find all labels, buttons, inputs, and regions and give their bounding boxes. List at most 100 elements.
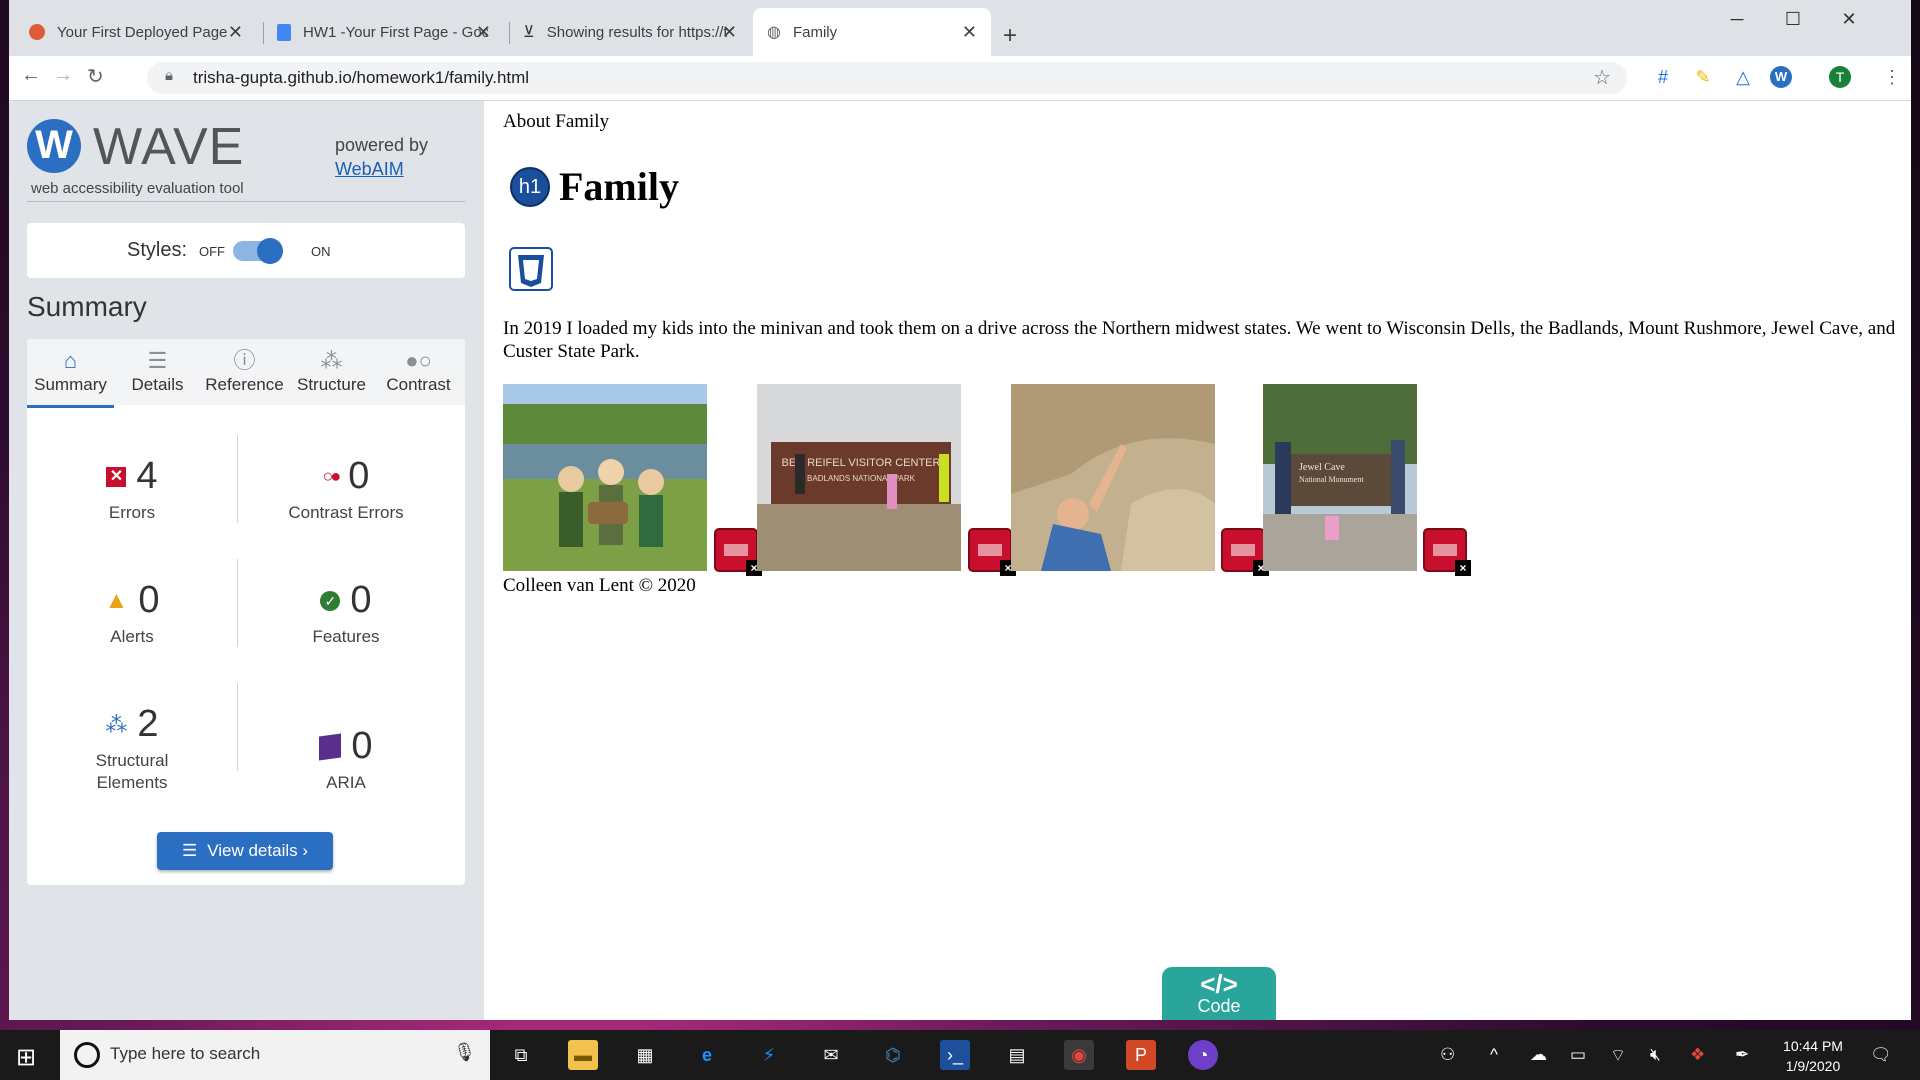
tab-details[interactable]: ☰ Details (114, 339, 201, 405)
styles-toggle[interactable] (233, 238, 283, 264)
github-desktop-icon[interactable]: ◔ (1188, 1040, 1218, 1070)
people-icon[interactable]: ⚇ (1440, 1045, 1455, 1065)
browser-toolbar: ← → ↻ 🔒︎ trisha-gupta.github.io/homework… (9, 56, 1911, 101)
aria-icon (319, 732, 342, 761)
tab-divider (509, 22, 510, 44)
chrome-icon[interactable]: ◉ (1064, 1040, 1094, 1070)
close-tab-icon[interactable]: ✕ (722, 22, 737, 43)
html5-feature-icon[interactable] (509, 247, 553, 291)
wave-extension-icon[interactable]: W (1770, 66, 1792, 88)
alerts-label: Alerts (110, 627, 154, 646)
close-tab-icon[interactable]: ✕ (962, 22, 977, 43)
battery-icon[interactable]: ▭ (1570, 1045, 1586, 1065)
close-tab-icon[interactable]: ✕ (476, 22, 491, 43)
code-toggle-button[interactable]: </> Code (1162, 967, 1276, 1020)
new-tab-button[interactable]: + (1003, 12, 1033, 60)
page-heading: Family (559, 164, 679, 209)
system-clock[interactable]: 10:44 PM 1/9/2020 (1768, 1036, 1858, 1076)
missing-alt-text-error-icon[interactable]: × (1221, 528, 1269, 576)
tab-structure[interactable]: ⁂ Structure (288, 339, 375, 405)
cortana-icon (74, 1042, 100, 1068)
missing-alt-text-error-icon[interactable]: × (968, 528, 1016, 576)
mail-icon[interactable]: ✉ (816, 1040, 846, 1070)
tab-family[interactable]: ◍ Family ✕ (753, 8, 991, 56)
highlighter-extension-icon[interactable]: ✎ (1692, 66, 1714, 88)
maximize-icon[interactable]: ☐ (1765, 0, 1821, 40)
notifications-icon[interactable]: 🗨︎ (1870, 1045, 1892, 1065)
intro-paragraph: In 2019 I loaded my kids into the miniva… (503, 318, 1896, 362)
features-stat[interactable]: ✓ 0 Features (246, 579, 446, 648)
search-placeholder: Type here to search (110, 1044, 261, 1063)
python-icon[interactable]: ⌬ (878, 1040, 908, 1070)
forward-arrow-icon[interactable]: → (53, 64, 73, 87)
alerts-count: 0 (138, 579, 160, 621)
lock-icon: 🔒︎ (165, 67, 173, 84)
windows-start-icon[interactable]: ⊞ (16, 1043, 36, 1072)
visual-studio-icon[interactable]: ⚡︎ (754, 1040, 784, 1070)
wifi-icon[interactable]: ⌔ (1610, 1045, 1626, 1066)
screenshot-extension-icon[interactable]: # (1652, 66, 1674, 88)
store-icon[interactable]: ▦ (630, 1040, 660, 1070)
errors-stat[interactable]: ✕ 4 Errors (32, 455, 232, 524)
missing-alt-text-error-icon[interactable]: × (1423, 528, 1471, 576)
boy-climbing-rock-photo (1011, 384, 1215, 571)
taskbar-search[interactable]: Type here to search 🎙︎ (60, 1030, 490, 1080)
tab-label: Structure (297, 375, 366, 394)
tab-wave-results[interactable]: ⊻ Showing results for https://trisha ✕ (511, 8, 751, 56)
onedrive-icon[interactable]: ☁ (1530, 1045, 1547, 1065)
address-bar[interactable]: 🔒︎ trisha-gupta.github.io/homework1/fami… (147, 62, 1627, 94)
powershell-icon[interactable]: ›_ (940, 1040, 970, 1070)
wave-title: WAVE (93, 118, 245, 176)
styles-label: Styles: (127, 239, 188, 261)
image-glyph (724, 544, 748, 556)
missing-alt-text-error-icon[interactable]: × (714, 528, 762, 576)
contrast-errors-stat[interactable]: ○● 0 Contrast Errors (246, 455, 446, 524)
close-tab-icon[interactable]: ✕ (228, 22, 243, 43)
structural-elements-stat[interactable]: ⁂ 2 Structural Elements (32, 703, 232, 794)
sign-line-2: National Monument (1299, 475, 1364, 484)
tab-deployed-page[interactable]: Your First Deployed Page ✕ (17, 8, 257, 56)
contrast-error-icon: ○● (322, 466, 342, 486)
microphone-icon[interactable]: 🎙︎ (453, 1042, 476, 1063)
view-details-button[interactable]: ☰ View details › (157, 832, 333, 870)
profile-avatar[interactable]: T (1829, 66, 1851, 88)
edge-icon[interactable]: e (692, 1040, 722, 1070)
about-family-link[interactable]: About Family (503, 111, 609, 133)
close-window-icon[interactable]: ✕ (1821, 0, 1877, 40)
tab-reference[interactable]: ⓘ Reference (201, 339, 288, 405)
tab-contrast[interactable]: ●○ Contrast (375, 339, 462, 405)
menu-dots-icon[interactable]: ⋮ (1881, 66, 1903, 88)
reload-icon[interactable]: ↻ (87, 64, 104, 89)
powerpoint-icon[interactable]: P (1126, 1040, 1156, 1070)
volume-muted-icon[interactable]: 🔇︎ (1650, 1045, 1661, 1065)
alerts-stat[interactable]: ▲ 0 Alerts (32, 579, 232, 648)
notepad-icon[interactable]: ▤ (1002, 1040, 1032, 1070)
url-text[interactable]: trisha-gupta.github.io/homework1/family.… (193, 68, 529, 88)
tab-summary[interactable]: ⌂ Summary (27, 339, 114, 408)
task-view-icon[interactable]: ⧉ (506, 1040, 536, 1070)
tab-title: HW1 -Your First Page - Google D (303, 23, 488, 41)
h1-structure-icon[interactable]: h1 (510, 167, 550, 207)
tab-title: Showing results for https://trisha (546, 23, 727, 41)
file-explorer-icon[interactable]: ▬ (568, 1040, 598, 1070)
pen-icon[interactable]: ✒ (1735, 1045, 1749, 1065)
show-hidden-icons-icon[interactable]: ^ (1490, 1045, 1498, 1065)
bookmark-star-icon[interactable]: ☆ (1593, 65, 1611, 90)
wave-sidebar: W WAVE web accessibility evaluation tool… (9, 101, 484, 1020)
tab-google-doc[interactable]: HW1 -Your First Page - Google D ✕ (265, 8, 505, 56)
aria-label: ARIA (326, 773, 366, 792)
tab-title: Family (792, 23, 838, 41)
drive-extension-icon[interactable]: △ (1732, 66, 1754, 88)
webaim-link[interactable]: WebAIM (335, 159, 404, 180)
aria-stat[interactable]: 0 ARIA (246, 725, 446, 794)
list-icon: ☰ (181, 841, 198, 860)
page-footer: Colleen van Lent © 2020 (503, 575, 696, 596)
back-arrow-icon[interactable]: ← (21, 64, 41, 87)
globe-icon: ◍ (767, 24, 781, 41)
badlands-visitor-center-photo: BEN REIFEL VISITOR CENTER BADLANDS NATIO… (757, 384, 961, 571)
jewel-cave-photo: Jewel Cave National Monument (1263, 384, 1417, 571)
structural-count: 2 (137, 703, 159, 745)
tab-title: Your First Deployed Page (57, 23, 227, 41)
dropbox-icon[interactable]: ❖ (1690, 1045, 1705, 1065)
minimize-icon[interactable]: ─ (1709, 0, 1765, 40)
